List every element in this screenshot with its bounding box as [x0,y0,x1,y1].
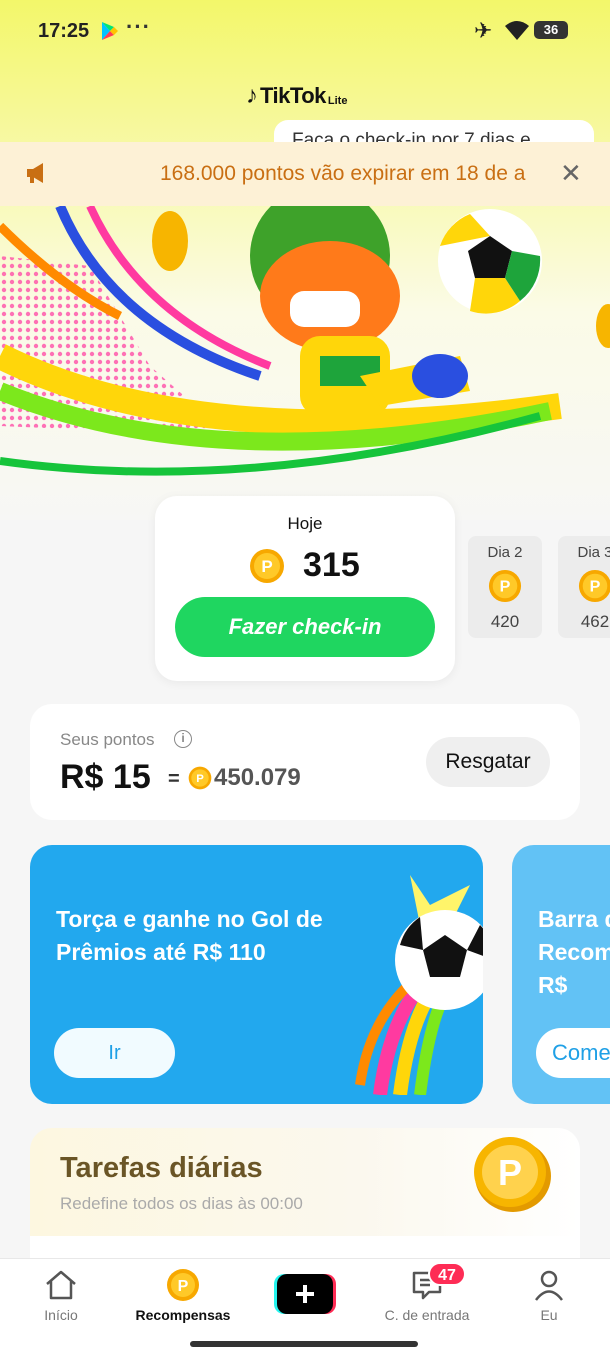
checkin-button[interactable]: Fazer check-in [175,597,435,657]
checkin-day-tile: Dia 2 P 420 [468,536,542,638]
checkin-today-points: 315 [303,546,360,584]
banner-text: 168.000 pontos vão expirar em 18 de a [160,162,526,185]
profile-icon [535,1270,563,1301]
day-value: 462 [580,612,610,631]
nav-label: C. de entrada [384,1307,470,1323]
daily-tasks-subtitle: Redefine todos os dias às 00:00 [60,1194,303,1213]
rewards-icon: P [167,1269,199,1301]
svg-text:P: P [196,773,204,785]
nav-item-home[interactable]: Início [6,1267,116,1323]
daily-tasks-section: Tarefas diárias Redefine todos os dias à… [30,1128,580,1268]
tiktok-note-icon: ♪ [246,82,258,109]
battery-icon: 36 [534,21,568,39]
svg-text:P: P [178,1278,189,1295]
day-label: Dia 2 [487,544,523,561]
coin-icon: P [188,766,212,790]
hero-illustration [0,206,610,476]
checkin-day-tile: Dia 3 P 462 [558,536,610,638]
svg-text:P: P [500,578,511,596]
promo-title: Torça e ganhe no Gol de Prêmios até R$ 1… [56,906,323,965]
promo-start-button[interactable]: Começar [536,1028,610,1078]
nav-label: Eu [540,1307,558,1323]
coin-icon: P [578,569,610,603]
status-menu-dots: ··· [126,14,151,39]
soccer-ball-illustration [355,875,483,1095]
nav-label: Início [44,1307,78,1323]
svg-text:P: P [498,1152,522,1193]
promo-title: Barra de Recompensas até R$ [538,906,610,998]
points-money-value: R$ 15 [60,758,151,796]
expiry-banner[interactable]: 168.000 pontos vão expirar em 18 de a ✕ [0,142,610,206]
points-label: Seus pontos [60,730,155,749]
coin-icon: P [488,569,522,603]
status-time: 17:25 [38,20,90,42]
coin-icon: P [474,1137,551,1212]
promo-card-gol-de-premios[interactable]: Torça e ganhe no Gol de Prêmios até R$ 1… [30,845,483,1104]
nav-item-profile[interactable]: Eu [494,1267,604,1323]
inbox-badge: 47 [428,1262,466,1286]
airplane-icon: ✈ [474,18,493,43]
equals-sign: = [168,768,180,790]
checkin-today-label: Hoje [287,514,323,533]
nav-label: Recompensas [135,1307,231,1323]
logo-sub-text: Lite [327,95,348,107]
day-label: Dia 3 [577,544,610,561]
home-icon [46,1270,76,1300]
create-icon[interactable] [274,1274,336,1314]
daily-tasks-title: Tarefas diárias [60,1152,263,1184]
tiktok-lite-logo: ♪ TikTok Lite [246,84,347,108]
svg-text:P: P [590,578,601,596]
redeem-button[interactable]: Resgatar [426,737,550,787]
google-play-icon [102,22,118,40]
wifi-icon [505,21,529,40]
status-bar: 17:25 ··· ✈ 36 [0,0,610,62]
megaphone-icon [27,163,43,183]
promo-go-button[interactable]: Ir [54,1028,175,1078]
day-value: 420 [490,612,520,631]
nav-item-rewards[interactable]: P Recompensas [128,1267,238,1323]
promo-card-barra-recompensas[interactable]: Barra de Recompensas até R$ Começar [512,845,610,1104]
checkin-card: Hoje P 315 Fazer check-in [155,496,455,681]
close-icon[interactable]: ✕ [560,158,582,189]
coin-icon: P [250,549,284,583]
points-card: Seus pontos i R$ 15 = P 450.079 Resgatar [30,704,580,820]
points-coin-value: 450.079 [214,764,301,791]
logo-main-text: TikTok [260,83,326,108]
home-indicator [190,1341,418,1347]
info-icon[interactable]: i [174,730,192,748]
svg-text:P: P [261,557,272,576]
